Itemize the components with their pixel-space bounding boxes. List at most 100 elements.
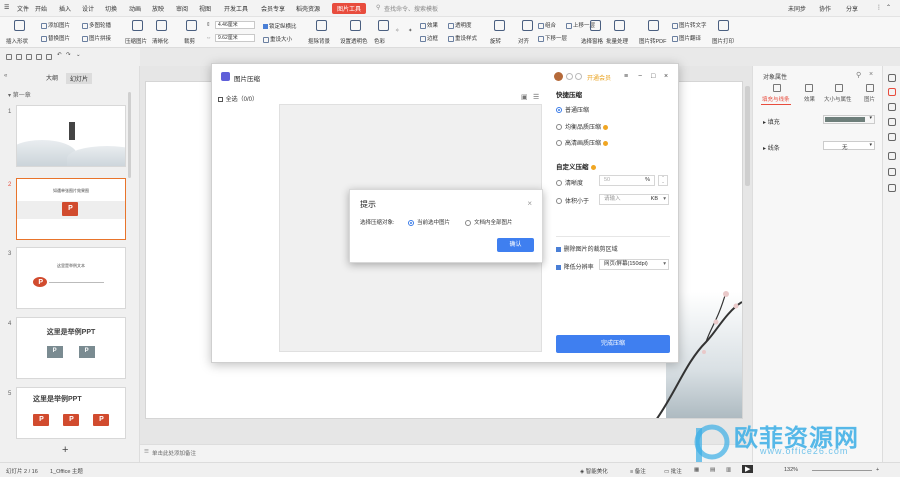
tab-effect[interactable]: 效果 xyxy=(804,95,815,103)
notes-placeholder[interactable]: 单击此处添加备注 xyxy=(152,449,196,457)
compress-picture-button[interactable]: 压缩图片 xyxy=(125,37,147,45)
clarity-input[interactable]: 50 % xyxy=(599,175,655,186)
size-limit-option[interactable]: 体积小于 xyxy=(556,196,589,205)
menu-icon[interactable]: ≡ xyxy=(624,73,628,80)
list-view-icon[interactable]: ☰ xyxy=(533,93,539,101)
sync-status[interactable]: 未同步 xyxy=(788,4,806,13)
clarity-option[interactable]: 清晰度 xyxy=(556,178,583,187)
insert-shape-button[interactable]: 插入形状 xyxy=(6,37,28,45)
select-pane-button[interactable]: 选择窗格 xyxy=(581,37,603,45)
picture-translate-button[interactable]: 图片翻译 xyxy=(672,34,701,42)
close-icon[interactable]: × xyxy=(664,73,668,80)
delete-crop-checkbox[interactable]: 删除图片的裁剪区域 xyxy=(556,244,618,253)
all-pictures-radio[interactable]: 文档内全部图片 xyxy=(465,218,513,226)
fill-color-dropdown[interactable]: ▾ xyxy=(823,115,875,124)
notes-handle-icon[interactable]: ☰ xyxy=(144,449,149,455)
line-section[interactable]: ▸ 线条 xyxy=(763,143,780,152)
hd-compress-option[interactable]: 高清画质压缩 xyxy=(556,138,609,147)
minimize-icon[interactable]: − xyxy=(638,73,642,80)
transparency-button[interactable]: 透明度 xyxy=(448,21,472,29)
menu-animation[interactable]: 动画 xyxy=(129,4,141,13)
pin-icon[interactable]: ⚲ xyxy=(856,71,861,79)
width-input[interactable]: 9.62厘米 xyxy=(215,34,255,42)
menu-transition[interactable]: 切换 xyxy=(105,4,117,13)
maximize-icon[interactable]: □ xyxy=(651,73,655,80)
menu-docer[interactable]: 稻壳资源 xyxy=(296,4,320,13)
select-arrow-icon[interactable] xyxy=(888,74,896,82)
canvas-scrollbar[interactable] xyxy=(745,86,750,186)
slide-thumbnail-1[interactable] xyxy=(16,105,126,167)
avatar[interactable] xyxy=(554,72,563,81)
slide-thumbnail-2[interactable]: 如遇单张图片效果图 xyxy=(16,178,126,240)
add-picture-button[interactable]: 添加图片 xyxy=(41,21,70,29)
share-side-icon[interactable] xyxy=(888,168,896,176)
picture-split-button[interactable]: 图片拼接 xyxy=(82,34,111,42)
folder-icon[interactable] xyxy=(16,54,22,60)
close-icon[interactable]: × xyxy=(527,199,532,208)
menu-picture-tools[interactable]: 图片工具 xyxy=(332,3,367,14)
clarity-button[interactable]: 清晰化 xyxy=(152,37,169,45)
chapter-label[interactable]: ▾ 第一章 xyxy=(8,90,31,99)
clarity-stepper[interactable]: ⌃ ⌄ xyxy=(658,175,668,186)
current-picture-radio[interactable]: 当前选中图片 xyxy=(408,218,450,226)
redo-icon[interactable]: ↷ xyxy=(66,52,71,58)
cutout-bg-button[interactable]: 抠除背景 xyxy=(308,37,330,45)
hamburger-icon[interactable]: ☰ xyxy=(4,4,9,11)
lock-ratio-checkbox[interactable]: 锁定纵横比 xyxy=(263,22,297,30)
thumbnail-view-icon[interactable]: ▣ xyxy=(521,93,528,101)
smart-beautify-button[interactable]: ◈ 智能美化 xyxy=(580,467,608,475)
line-dropdown[interactable]: 无 ▾ xyxy=(823,141,875,151)
menu-view[interactable]: 视图 xyxy=(199,4,211,13)
preview-icon[interactable] xyxy=(36,54,42,60)
reduce-resolution-checkbox[interactable]: 降低分辨率 xyxy=(556,262,594,271)
size-limit-input[interactable]: 请输入 KB ▾ xyxy=(599,194,669,205)
menu-design[interactable]: 设计 xyxy=(82,4,94,13)
picture-style-icon[interactable]: ✧ xyxy=(395,28,400,34)
set-transparent-button[interactable]: 设置透明色 xyxy=(340,37,368,45)
reset-style-button[interactable]: 重设样式 xyxy=(448,34,477,42)
effect-button[interactable]: 效果 xyxy=(420,21,438,29)
normal-compress-option[interactable]: 普通压缩 xyxy=(556,105,589,114)
undo-icon[interactable]: ↶ xyxy=(57,52,62,58)
collapse-ribbon-icon[interactable]: ⌃ xyxy=(886,4,891,11)
fill-section[interactable]: ▸ 填充 xyxy=(763,117,780,126)
add-slide-button[interactable]: + xyxy=(62,444,68,456)
align-button[interactable]: 对齐 xyxy=(518,37,529,45)
dropdown-icon[interactable]: ⌄ xyxy=(76,52,81,58)
select-all-checkbox[interactable]: 全选（0/0） xyxy=(218,94,258,103)
tab-fill-line[interactable]: 填充与线条 xyxy=(762,95,790,103)
menu-file[interactable]: 文件 xyxy=(17,4,29,13)
finish-compress-button[interactable]: 完成压缩 xyxy=(556,335,670,353)
share-button[interactable]: 分享 xyxy=(846,4,858,13)
multi-picture-button[interactable]: 多图轮播 xyxy=(82,21,111,29)
batch-process-button[interactable]: 批量处理 xyxy=(606,37,628,45)
tab-picture[interactable]: 图片 xyxy=(864,95,875,103)
more-icon[interactable]: ⋮ xyxy=(876,4,882,11)
help-icon[interactable] xyxy=(888,152,896,160)
picture-style-2-icon[interactable]: ✦ xyxy=(408,28,413,34)
save-icon[interactable] xyxy=(6,54,12,60)
replace-picture-button[interactable]: 替换图片 xyxy=(41,34,70,42)
notes-toggle[interactable]: ≡ 备注 xyxy=(630,467,646,475)
picture-to-text-button[interactable]: 图片转文字 xyxy=(672,21,707,29)
confirm-button[interactable]: 确认 xyxy=(497,238,534,252)
menu-dev-tools[interactable]: 开发工具 xyxy=(224,4,248,13)
comment-toggle[interactable]: ▭ 批注 xyxy=(664,467,682,475)
collab-button[interactable]: 协作 xyxy=(819,4,831,13)
menu-member[interactable]: 会员专享 xyxy=(261,4,285,13)
tab-outline[interactable]: 大纲 xyxy=(46,73,58,82)
height-input[interactable]: 4.46厘米 xyxy=(215,21,255,29)
menu-insert[interactable]: 插入 xyxy=(59,4,71,13)
picture-to-pdf-button[interactable]: 图片转PDF xyxy=(639,37,667,45)
magic-icon[interactable] xyxy=(888,103,896,111)
slide-thumbnail-4[interactable]: 这里是举例PPT xyxy=(16,317,126,379)
menu-review[interactable]: 审阅 xyxy=(176,4,188,13)
zoom-slider[interactable] xyxy=(812,470,872,471)
animation-icon[interactable] xyxy=(888,118,896,126)
crop-button[interactable]: 裁剪 xyxy=(184,37,195,45)
balanced-compress-option[interactable]: 均衡品质压缩 xyxy=(556,122,609,131)
border-button[interactable]: 边框 xyxy=(420,34,438,42)
reset-size-button[interactable]: 重设大小 xyxy=(263,35,292,43)
slide-thumbnail-5[interactable]: 这里是举例PPT xyxy=(16,387,126,439)
properties-icon[interactable] xyxy=(888,88,896,96)
